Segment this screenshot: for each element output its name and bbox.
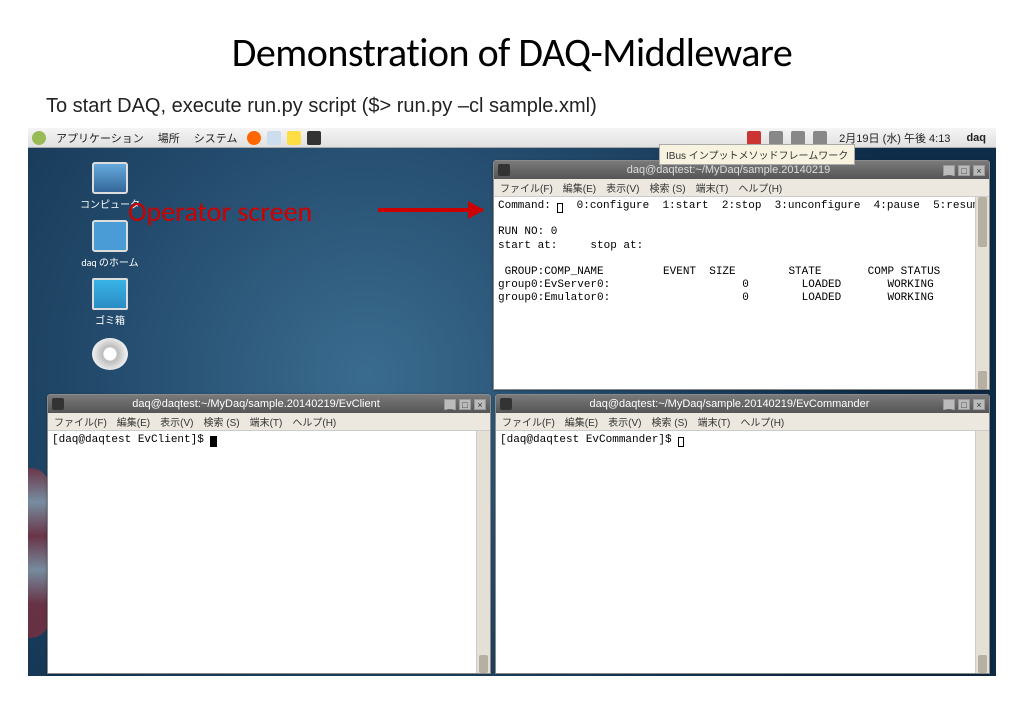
evclient-terminal-window[interactable]: daq@daqtest:~/MyDaq/sample.20140219/EvCl… xyxy=(47,394,491,674)
operator-terminal-window[interactable]: daq@daqtest:~/MyDaq/sample.20140219 _ □ … xyxy=(493,160,990,390)
menu-edit[interactable]: 編集(E) xyxy=(117,414,150,429)
menu-help[interactable]: ヘルプ(H) xyxy=(738,180,782,195)
menu-applications[interactable]: アプリケーション xyxy=(52,130,148,146)
desktop-icon-dvd[interactable] xyxy=(80,338,140,372)
menu-file[interactable]: ファイル(F) xyxy=(500,180,553,195)
command-label: Command: xyxy=(498,200,551,212)
scrollbar-thumb[interactable] xyxy=(978,371,987,389)
operator-screen-label: Operator screen xyxy=(128,194,312,229)
menu-places[interactable]: 場所 xyxy=(154,130,184,146)
run-no-line: RUN NO: 0 xyxy=(498,226,557,238)
scrollbar[interactable] xyxy=(476,431,490,673)
close-button[interactable]: × xyxy=(474,399,486,410)
scrollbar-thumb[interactable] xyxy=(978,655,987,673)
desktop-icon-label: ゴミ箱 xyxy=(80,312,140,327)
scrollbar[interactable] xyxy=(975,197,989,389)
scrollbar[interactable] xyxy=(975,431,989,673)
menu-help[interactable]: ヘルプ(H) xyxy=(292,414,336,429)
shell-prompt: [daq@daqtest EvCommander]$ xyxy=(500,434,678,446)
minimize-button[interactable]: _ xyxy=(943,165,955,176)
desktop-screenshot: アプリケーション 場所 システム 2月19日 (水) 午後 4:13 daq I… xyxy=(28,128,996,676)
trash-icon xyxy=(92,278,128,310)
start-stop-line: start at: stop at: xyxy=(498,240,643,252)
window-title: daq@daqtest:~/MyDaq/sample.20140219/EvCo… xyxy=(516,398,943,410)
terminal-launcher-icon[interactable] xyxy=(307,131,321,145)
table-header: GROUP:COMP_NAME EVENT SIZE STATE COMP ST… xyxy=(498,266,940,278)
menu-system[interactable]: システム xyxy=(190,130,242,146)
menu-file[interactable]: ファイル(F) xyxy=(54,414,107,429)
table-row: group0:Emulator0: 0 LOADED WORKING xyxy=(498,292,934,304)
shell-prompt: [daq@daqtest EvClient]$ xyxy=(52,434,210,446)
scrollbar-thumb[interactable] xyxy=(479,655,488,673)
menu-search[interactable]: 検索 (S) xyxy=(203,414,239,429)
slide-title: Demonstration of DAQ-Middleware xyxy=(0,0,1024,87)
operator-terminal-body[interactable]: Command: 0:configure 1:start 2:stop 3:un… xyxy=(494,197,989,389)
menu-view[interactable]: 表示(V) xyxy=(160,414,193,429)
terminal-titlebar-icon xyxy=(500,398,512,410)
desktop-icon-trash[interactable]: ゴミ箱 xyxy=(80,278,140,327)
menu-search[interactable]: 検索 (S) xyxy=(651,414,687,429)
mail-icon[interactable] xyxy=(267,131,281,145)
text-cursor-icon xyxy=(210,436,217,447)
update-icon[interactable] xyxy=(747,131,761,145)
terminal-menubar: ファイル(F) 編集(E) 表示(V) 検索 (S) 端末(T) ヘルプ(H) xyxy=(496,413,989,431)
volume-icon[interactable] xyxy=(791,131,805,145)
menu-edit[interactable]: 編集(E) xyxy=(563,180,596,195)
ibus-tooltip: IBus インプットメソッドフレームワーク xyxy=(659,144,855,165)
close-button[interactable]: × xyxy=(973,399,985,410)
evcommander-terminal-body[interactable]: [daq@daqtest EvCommander]$ xyxy=(496,431,989,673)
arrow-icon xyxy=(378,208,483,212)
window-titlebar[interactable]: daq@daqtest:~/MyDaq/sample.20140219/EvCo… xyxy=(496,395,989,413)
text-cursor-icon xyxy=(678,437,684,447)
menu-terminal[interactable]: 端末(T) xyxy=(696,180,729,195)
table-row: group0:EvServer0: 0 LOADED WORKING xyxy=(498,279,934,291)
evclient-terminal-body[interactable]: [daq@daqtest EvClient]$ xyxy=(48,431,490,673)
maximize-button[interactable]: □ xyxy=(958,399,970,410)
terminal-titlebar-icon xyxy=(498,164,510,176)
menu-terminal[interactable]: 端末(T) xyxy=(250,414,283,429)
window-title: daq@daqtest:~/MyDaq/sample.20140219 xyxy=(514,164,943,176)
menu-view[interactable]: 表示(V) xyxy=(606,180,639,195)
window-title: daq@daqtest:~/MyDaq/sample.20140219/EvCl… xyxy=(68,398,444,410)
terminal-titlebar-icon xyxy=(52,398,64,410)
menu-terminal[interactable]: 端末(T) xyxy=(698,414,731,429)
menu-view[interactable]: 表示(V) xyxy=(608,414,641,429)
scrollbar-thumb[interactable] xyxy=(978,197,987,247)
minimize-button[interactable]: _ xyxy=(943,399,955,410)
terminal-menubar: ファイル(F) 編集(E) 表示(V) 検索 (S) 端末(T) ヘルプ(H) xyxy=(48,413,490,431)
note-icon[interactable] xyxy=(287,131,301,145)
home-folder-icon xyxy=(92,220,128,252)
display-icon[interactable] xyxy=(813,131,827,145)
command-options: 0:configure 1:start 2:stop 3:unconfigure… xyxy=(563,200,985,212)
menu-help[interactable]: ヘルプ(H) xyxy=(740,414,784,429)
evcommander-terminal-window[interactable]: daq@daqtest:~/MyDaq/sample.20140219/EvCo… xyxy=(495,394,990,674)
desktop-icon-label: daq のホーム xyxy=(80,254,140,269)
dvd-icon xyxy=(92,338,128,370)
slide-subtitle: To start DAQ, execute run.py script ($> … xyxy=(0,87,1024,126)
maximize-button[interactable]: □ xyxy=(958,165,970,176)
minimize-button[interactable]: _ xyxy=(444,399,456,410)
close-button[interactable]: × xyxy=(973,165,985,176)
menu-search[interactable]: 検索 (S) xyxy=(649,180,685,195)
menu-edit[interactable]: 編集(E) xyxy=(565,414,598,429)
window-titlebar[interactable]: daq@daqtest:~/MyDaq/sample.20140219/EvCl… xyxy=(48,395,490,413)
gnome-foot-icon[interactable] xyxy=(32,131,46,145)
tray-icon-1[interactable] xyxy=(769,131,783,145)
computer-icon xyxy=(92,162,128,194)
user-menu[interactable]: daq xyxy=(962,132,990,144)
firefox-icon[interactable] xyxy=(247,131,261,145)
maximize-button[interactable]: □ xyxy=(459,399,471,410)
terminal-menubar: ファイル(F) 編集(E) 表示(V) 検索 (S) 端末(T) ヘルプ(H) xyxy=(494,179,989,197)
menu-file[interactable]: ファイル(F) xyxy=(502,414,555,429)
